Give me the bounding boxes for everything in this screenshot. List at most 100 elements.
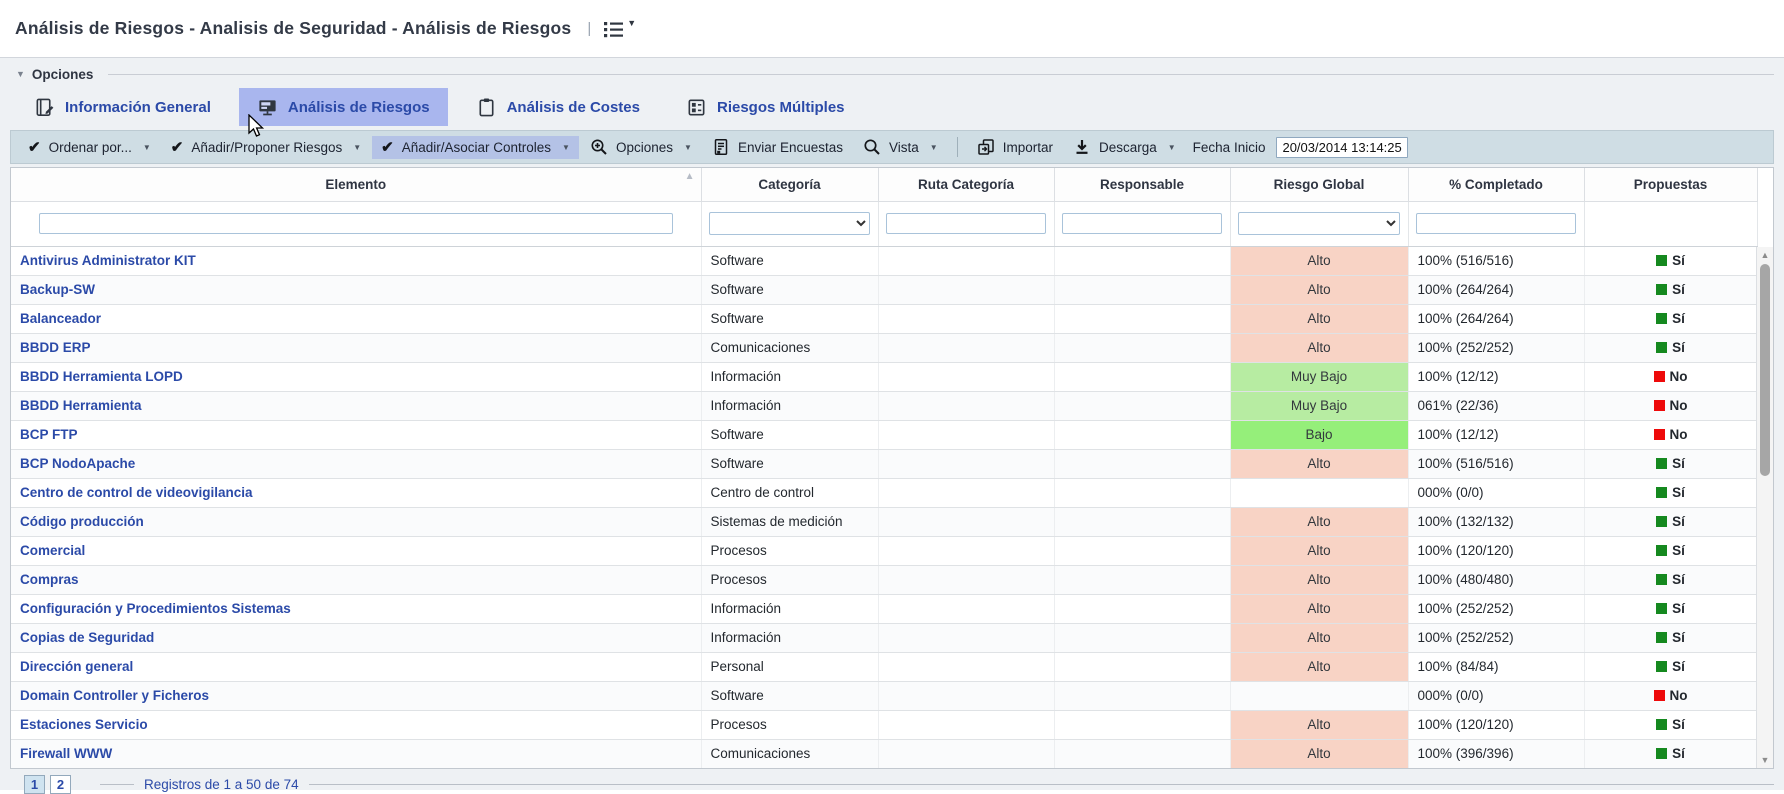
elemento-link[interactable]: Antivirus Administrator KIT bbox=[20, 253, 196, 268]
fecha-inicio-input[interactable] bbox=[1276, 137, 1408, 158]
propuesta-indicator bbox=[1656, 545, 1667, 556]
table-row[interactable]: Comercial Procesos Alto 100% (120/120) S… bbox=[11, 536, 1757, 565]
col-header-elemento[interactable]: Elemento ▲ bbox=[11, 168, 701, 201]
vertical-scrollbar[interactable]: ▲ ▼ bbox=[1756, 247, 1773, 768]
cell-riesgo-global bbox=[1230, 681, 1408, 710]
col-label: Riesgo Global bbox=[1274, 177, 1365, 192]
list-menu-button[interactable]: ▼ bbox=[603, 20, 636, 38]
col-header-propuestas[interactable]: Propuestas bbox=[1584, 168, 1757, 201]
scroll-down-arrow-icon[interactable]: ▼ bbox=[1757, 752, 1773, 768]
page-button-2[interactable]: 2 bbox=[50, 775, 71, 794]
options-header[interactable]: ▼ Opciones bbox=[10, 62, 1774, 86]
descarga-button[interactable]: Descarga ▼ bbox=[1064, 134, 1185, 160]
cell-completado: 061% (22/36) bbox=[1408, 391, 1584, 420]
cell-elemento: BCP NodoApache bbox=[11, 449, 701, 478]
table-row[interactable]: Código producción Sistemas de medición A… bbox=[11, 507, 1757, 536]
col-header-responsable[interactable]: Responsable bbox=[1054, 168, 1230, 201]
elemento-link[interactable]: BBDD ERP bbox=[20, 340, 91, 355]
tab-analisis-de-costes[interactable]: Análisis de Costes bbox=[458, 88, 658, 126]
elemento-link[interactable]: Domain Controller y Ficheros bbox=[20, 688, 209, 703]
importar-button[interactable]: Importar bbox=[968, 134, 1062, 160]
scrollbar-thumb[interactable] bbox=[1760, 264, 1770, 476]
elemento-link[interactable]: BCP FTP bbox=[20, 427, 78, 442]
table-row[interactable]: BBDD Herramienta LOPD Información Muy Ba… bbox=[11, 362, 1757, 391]
cell-completado: 000% (0/0) bbox=[1408, 681, 1584, 710]
page-button-1[interactable]: 1 bbox=[24, 775, 45, 794]
tab-analisis-de-riesgos[interactable]: Análisis de Riesgos bbox=[239, 88, 448, 126]
cell-riesgo-global: Alto bbox=[1230, 275, 1408, 304]
cell-completado: 100% (120/120) bbox=[1408, 536, 1584, 565]
col-header-ruta-categoria[interactable]: Ruta Categoría bbox=[878, 168, 1054, 201]
elemento-link[interactable]: Balanceador bbox=[20, 311, 101, 326]
divider bbox=[309, 784, 1774, 785]
propuesta-indicator bbox=[1654, 400, 1665, 411]
download-icon bbox=[1073, 138, 1091, 156]
ordenar-por-button[interactable]: ✔ Ordenar por... ▼ bbox=[19, 136, 160, 159]
filter-ruta-categoria-input[interactable] bbox=[886, 213, 1045, 234]
elemento-link[interactable]: Compras bbox=[20, 572, 79, 587]
elemento-link[interactable]: Backup-SW bbox=[20, 282, 95, 297]
cell-ruta-categoria bbox=[878, 304, 1054, 333]
filter-responsable-input[interactable] bbox=[1062, 213, 1221, 234]
cell-propuestas: Sí bbox=[1584, 739, 1757, 768]
options-panel: ▼ Opciones Información General bbox=[0, 57, 1784, 790]
elemento-link[interactable]: Copias de Seguridad bbox=[20, 630, 154, 645]
anadir-asociar-controles-button[interactable]: ✔ Añadir/Asociar Controles ▼ bbox=[372, 136, 579, 159]
sort-indicator-icon[interactable]: ▲ bbox=[685, 171, 695, 182]
elemento-link[interactable]: Comercial bbox=[20, 543, 85, 558]
enviar-encuestas-button[interactable]: Enviar Encuestas bbox=[703, 134, 852, 160]
table-row[interactable]: Firewall WWW Comunicaciones Alto 100% (3… bbox=[11, 739, 1757, 768]
elemento-link[interactable]: Código producción bbox=[20, 514, 144, 529]
cell-riesgo-global: Alto bbox=[1230, 449, 1408, 478]
cell-riesgo-global: Alto bbox=[1230, 304, 1408, 333]
col-header-riesgo-global[interactable]: Riesgo Global bbox=[1230, 168, 1408, 201]
table-row[interactable]: BCP NodoApache Software Alto 100% (516/5… bbox=[11, 449, 1757, 478]
cell-riesgo-global: Alto bbox=[1230, 333, 1408, 362]
opciones-button[interactable]: Opciones ▼ bbox=[581, 134, 701, 160]
filter-categoria-select[interactable] bbox=[709, 212, 869, 235]
col-header-categoria[interactable]: Categoría bbox=[701, 168, 878, 201]
vista-button[interactable]: Vista ▼ bbox=[854, 134, 947, 160]
cell-elemento: Backup-SW bbox=[11, 275, 701, 304]
propuesta-indicator bbox=[1654, 690, 1665, 701]
filter-completado-input[interactable] bbox=[1416, 213, 1575, 234]
table-row[interactable]: Domain Controller y Ficheros Software 00… bbox=[11, 681, 1757, 710]
cell-responsable bbox=[1054, 507, 1230, 536]
col-header-completado[interactable]: % Completado bbox=[1408, 168, 1584, 201]
button-label: Enviar Encuestas bbox=[738, 140, 843, 155]
cell-elemento: Estaciones Servicio bbox=[11, 710, 701, 739]
toolbar: ✔ Ordenar por... ▼ ✔ Añadir/Proponer Rie… bbox=[10, 130, 1774, 164]
cell-elemento: Compras bbox=[11, 565, 701, 594]
elemento-link[interactable]: Centro de control de videovigilancia bbox=[20, 485, 253, 500]
filter-riesgo-global-select[interactable] bbox=[1238, 212, 1399, 235]
cell-responsable bbox=[1054, 362, 1230, 391]
table-row[interactable]: Estaciones Servicio Procesos Alto 100% (… bbox=[11, 710, 1757, 739]
elemento-link[interactable]: Dirección general bbox=[20, 659, 133, 674]
options-label: Opciones bbox=[32, 67, 94, 82]
tab-riesgos-multiples[interactable]: Riesgos Múltiples bbox=[668, 88, 863, 126]
table-row[interactable]: Antivirus Administrator KIT Software Alt… bbox=[11, 246, 1757, 275]
scroll-up-arrow-icon[interactable]: ▲ bbox=[1757, 247, 1773, 263]
cell-responsable bbox=[1054, 304, 1230, 333]
elemento-link[interactable]: Configuración y Procedimientos Sistemas bbox=[20, 601, 291, 616]
table-row[interactable]: Backup-SW Software Alto 100% (264/264) S… bbox=[11, 275, 1757, 304]
table-row[interactable]: Copias de Seguridad Información Alto 100… bbox=[11, 623, 1757, 652]
cell-propuestas: Sí bbox=[1584, 449, 1757, 478]
elemento-link[interactable]: Estaciones Servicio bbox=[20, 717, 148, 732]
table-row[interactable]: Dirección general Personal Alto 100% (84… bbox=[11, 652, 1757, 681]
table-row[interactable]: BCP FTP Software Bajo 100% (12/12) No bbox=[11, 420, 1757, 449]
table-row[interactable]: BBDD ERP Comunicaciones Alto 100% (252/2… bbox=[11, 333, 1757, 362]
elemento-link[interactable]: BBDD Herramienta bbox=[20, 398, 142, 413]
table-row[interactable]: Balanceador Software Alto 100% (264/264)… bbox=[11, 304, 1757, 333]
table-row[interactable]: BBDD Herramienta Información Muy Bajo 06… bbox=[11, 391, 1757, 420]
table-row[interactable]: Compras Procesos Alto 100% (480/480) Sí bbox=[11, 565, 1757, 594]
filter-elemento-input[interactable] bbox=[39, 213, 673, 234]
tab-informacion-general[interactable]: Información General bbox=[16, 88, 229, 126]
elemento-link[interactable]: Firewall WWW bbox=[20, 746, 112, 761]
cell-elemento: BBDD Herramienta bbox=[11, 391, 701, 420]
anadir-proponer-riesgos-button[interactable]: ✔ Añadir/Proponer Riesgos ▼ bbox=[162, 136, 370, 159]
table-row[interactable]: Centro de control de videovigilancia Cen… bbox=[11, 478, 1757, 507]
elemento-link[interactable]: BCP NodoApache bbox=[20, 456, 135, 471]
elemento-link[interactable]: BBDD Herramienta LOPD bbox=[20, 369, 183, 384]
table-row[interactable]: Configuración y Procedimientos Sistemas … bbox=[11, 594, 1757, 623]
